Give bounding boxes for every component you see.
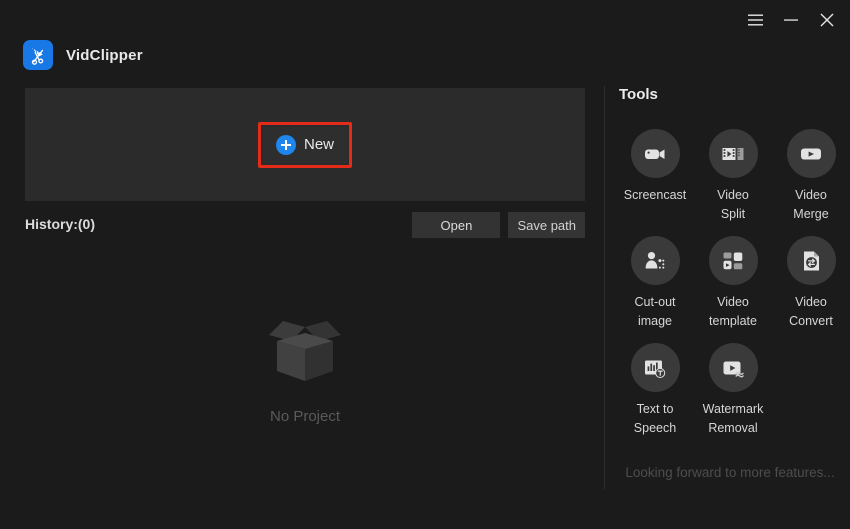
- app-title: VidClipper: [66, 46, 143, 64]
- empty-box-icon: [253, 305, 357, 394]
- app-window: VidClipper New History:(0) Open Save pat…: [0, 0, 850, 529]
- file-convert-icon: [786, 236, 836, 285]
- new-button-highlight: New: [258, 121, 352, 168]
- history-row: History:(0) Open Save path: [25, 212, 585, 240]
- tool-label: Video Merge: [793, 188, 829, 221]
- new-button-label: New: [303, 136, 334, 153]
- tools-title: Tools: [619, 86, 658, 103]
- camcorder-icon: [630, 129, 680, 178]
- video-play-icon: [786, 129, 836, 178]
- brand: VidClipper: [23, 40, 143, 70]
- tool-label: Watermark Removal: [702, 402, 764, 435]
- plus-circle-icon: [275, 134, 296, 155]
- tools-footer-text: Looking forward to more features...: [625, 465, 835, 480]
- tool-label: Text to Speech: [633, 402, 677, 435]
- waveform-text-icon: [630, 343, 680, 392]
- tool-label: Video Split: [717, 188, 749, 221]
- minimize-button[interactable]: [780, 9, 802, 31]
- tool-watermark-removal[interactable]: Watermark Removal: [694, 343, 772, 438]
- tool-text-to-speech[interactable]: Text to Speech: [616, 343, 694, 438]
- tool-video-template[interactable]: Video template: [694, 236, 772, 331]
- tools-grid: Screencast Video Split Video Merge Cut-o…: [616, 129, 850, 438]
- person-cutout-icon: [630, 236, 680, 285]
- close-button[interactable]: [816, 9, 838, 31]
- empty-state: No Project: [25, 250, 585, 480]
- new-project-panel: New: [25, 88, 585, 201]
- empty-state-label: No Project: [269, 408, 341, 425]
- tools-panel: Tools Screencast Video Split Video Merge…: [616, 86, 850, 496]
- history-actions: Open Save path: [412, 212, 585, 238]
- vidclipper-logo-icon: [23, 40, 53, 70]
- tool-label: Video template: [709, 295, 757, 328]
- tool-label: Video Convert: [789, 295, 833, 328]
- title-bar: [0, 0, 850, 38]
- open-button[interactable]: Open: [412, 212, 501, 238]
- tool-label: Screencast: [623, 188, 687, 202]
- tool-video-split[interactable]: Video Split: [694, 129, 772, 224]
- save-path-button[interactable]: Save path: [508, 212, 585, 238]
- menu-button[interactable]: [744, 9, 766, 31]
- template-grid-icon: [708, 236, 758, 285]
- tool-screencast[interactable]: Screencast: [616, 129, 694, 224]
- window-controls: [744, 9, 838, 31]
- tool-video-convert[interactable]: Video Convert: [772, 236, 850, 331]
- tool-cut-out-image[interactable]: Cut-out image: [616, 236, 694, 331]
- history-label: History:(0): [25, 216, 96, 232]
- tool-video-merge[interactable]: Video Merge: [772, 129, 850, 224]
- watermark-remove-icon: [708, 343, 758, 392]
- film-split-icon: [708, 129, 758, 178]
- panel-divider: [604, 86, 605, 489]
- tool-label: Cut-out image: [634, 295, 676, 328]
- new-button[interactable]: New: [263, 126, 347, 163]
